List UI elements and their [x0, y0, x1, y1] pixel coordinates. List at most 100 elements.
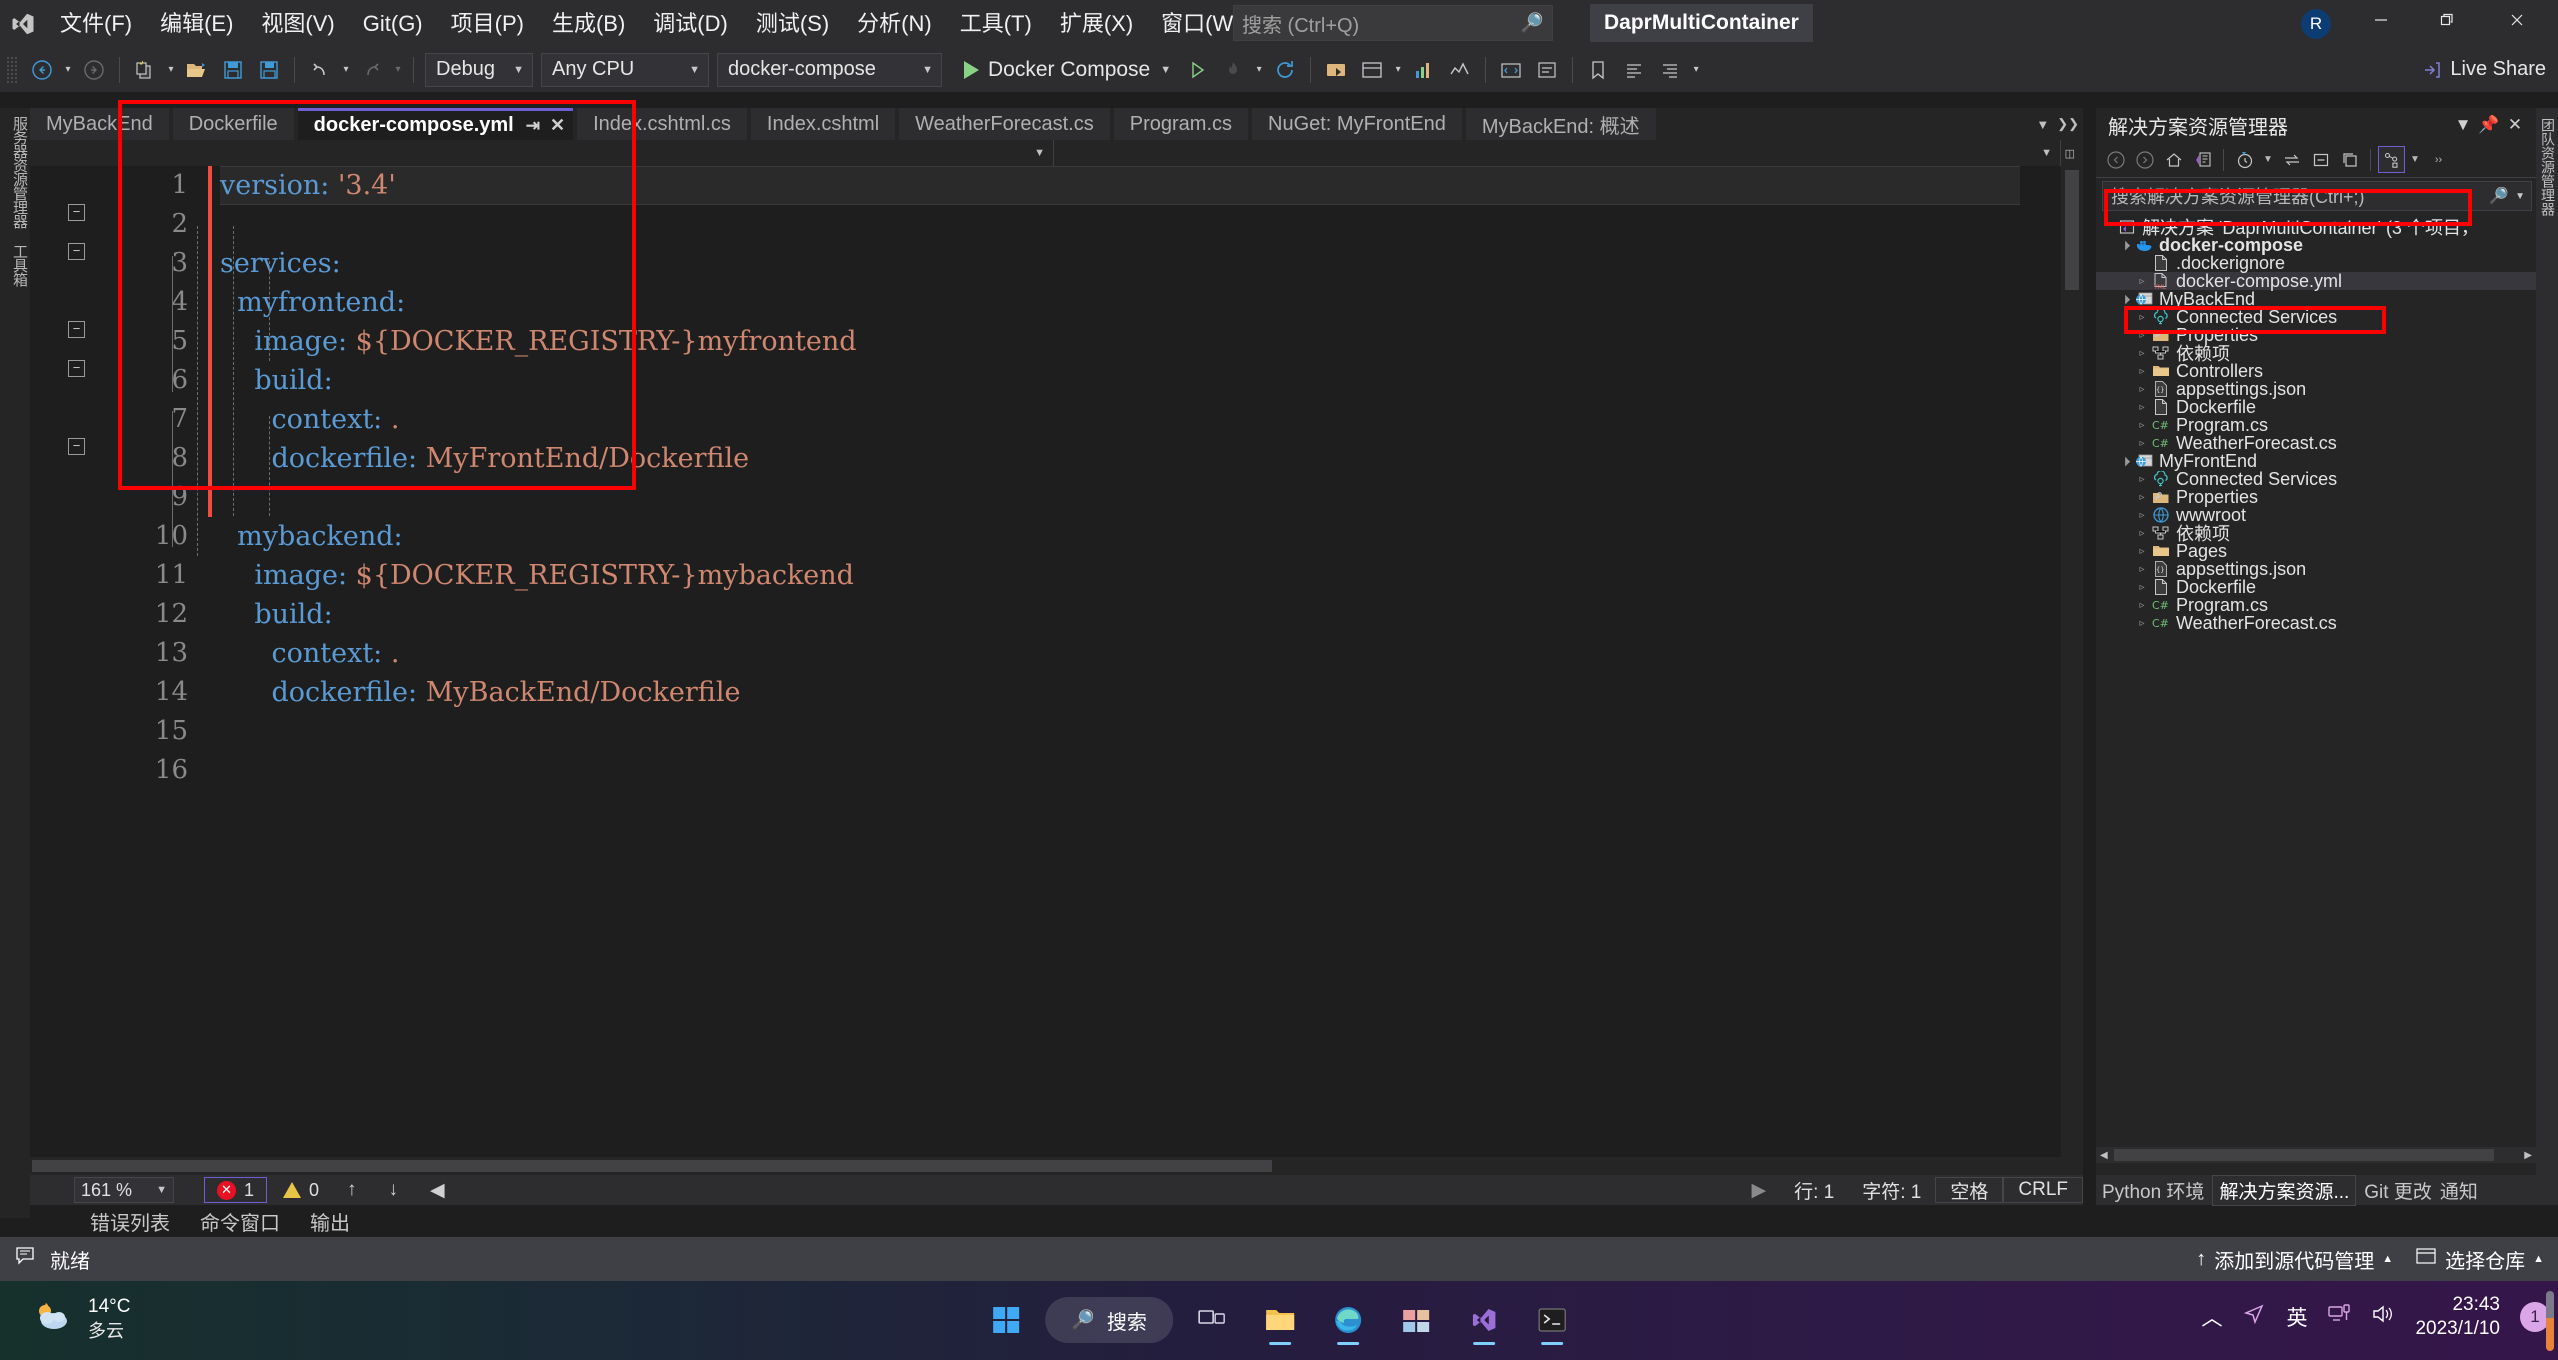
- align-left-icon[interactable]: [1617, 53, 1651, 87]
- bookmark-icon[interactable]: [1581, 53, 1615, 87]
- global-search-input[interactable]: 搜索 (Ctrl+Q) 🔍: [1233, 5, 1553, 41]
- code-line[interactable]: myfrontend:: [220, 283, 2020, 322]
- tree-item-pages[interactable]: ▹ Pages: [2096, 541, 2536, 561]
- back-icon[interactable]: [2102, 146, 2129, 173]
- scrollbar-thumb[interactable]: [2114, 1149, 2494, 1161]
- ime-language-indicator[interactable]: 英: [2286, 1302, 2307, 1332]
- tree-item-weatherforecast.cs[interactable]: ▹ C# WeatherForecast.cs: [2096, 433, 2536, 453]
- chevron-expanded-icon[interactable]: ◢: [2115, 451, 2134, 470]
- close-button[interactable]: [2489, 0, 2545, 40]
- taskbar-clock[interactable]: 23:43 2023/1/10: [2415, 1293, 2500, 1341]
- taskbar-search-button[interactable]: 🔍 搜索: [1045, 1297, 1173, 1343]
- new-project-chevron-down-icon[interactable]: ▾: [163, 53, 179, 87]
- vtab-toolbox[interactable]: 工具箱: [0, 236, 30, 294]
- collapse-panel-button[interactable]: ◀: [414, 1179, 461, 1202]
- code-line[interactable]: [220, 205, 2020, 244]
- fold-marker-mybackend[interactable]: −: [68, 360, 85, 377]
- code-line[interactable]: build:: [220, 595, 2020, 634]
- file-explorer-icon[interactable]: [1251, 1291, 1309, 1349]
- editor-tab-index-cshtml[interactable]: Index.cshtml: [750, 108, 896, 140]
- toolbar-grip[interactable]: [6, 55, 18, 84]
- fold-marker-build-backend[interactable]: −: [68, 438, 85, 455]
- chevron-collapsed-icon[interactable]: ▹: [2134, 312, 2150, 323]
- warning-count-badge[interactable]: 0: [271, 1180, 331, 1201]
- tree-item-program.cs[interactable]: ▹ C# Program.cs: [2096, 595, 2536, 615]
- redo-icon[interactable]: [355, 53, 389, 87]
- dock-tab-output[interactable]: 输出: [310, 1207, 350, 1236]
- editor-tab-mybackend-overview[interactable]: MyBackEnd: 概述: [1465, 108, 1656, 140]
- navigate-forward-icon[interactable]: [77, 53, 111, 87]
- code-line[interactable]: build:: [220, 361, 2020, 400]
- menu-test[interactable]: 测试(S): [742, 0, 843, 47]
- refresh-icon[interactable]: [1268, 53, 1302, 87]
- zoom-level-combo[interactable]: 161 % ▼: [74, 1177, 174, 1203]
- editor-tab-dockerfile[interactable]: Dockerfile: [172, 108, 294, 140]
- tree-item-program.cs[interactable]: ▹ C# Program.cs: [2096, 415, 2536, 435]
- navigate-backward-chevron-down-icon[interactable]: ▾: [60, 53, 76, 87]
- chevron-collapsed-icon[interactable]: ▹: [2134, 420, 2150, 431]
- scroll-right-icon[interactable]: ▶: [2520, 1150, 2536, 1161]
- microsoft-edge-icon[interactable]: [1319, 1291, 1377, 1349]
- tree-item-docker-compose.yml[interactable]: ▹ YML docker-compose.yml: [2096, 271, 2536, 291]
- chevron-collapsed-icon[interactable]: ▹: [2134, 366, 2150, 377]
- code-line[interactable]: [220, 478, 2020, 517]
- tree-item-controllers[interactable]: ▹ Controllers: [2096, 361, 2536, 381]
- fold-marker-services[interactable]: −: [68, 204, 85, 221]
- next-issue-button[interactable]: ↓: [373, 1179, 415, 1201]
- pin-icon[interactable]: ⇥: [526, 116, 540, 136]
- home-icon[interactable]: [2160, 146, 2187, 173]
- tree-item-weatherforecast.cs[interactable]: ▹ C# WeatherForecast.cs: [2096, 613, 2536, 633]
- layout-icon[interactable]: [1355, 53, 1389, 87]
- code-line[interactable]: image: ${DOCKER_REGISTRY-}myfrontend: [220, 322, 2020, 361]
- close-icon[interactable]: ✕: [550, 115, 565, 136]
- microsoft-store-icon[interactable]: [1387, 1291, 1445, 1349]
- menu-view[interactable]: 视图(V): [247, 0, 348, 47]
- menu-git[interactable]: Git(G): [349, 0, 437, 47]
- hot-reload-icon[interactable]: [1216, 53, 1250, 87]
- code-line[interactable]: [220, 751, 2020, 790]
- show-all-files-icon[interactable]: [2336, 146, 2363, 173]
- editor-split-icon[interactable]: ◫: [2061, 140, 2083, 166]
- location-icon[interactable]: [2242, 1302, 2266, 1332]
- start-without-debugging-icon[interactable]: [1180, 53, 1214, 87]
- scrollbar-thumb[interactable]: [32, 1160, 1272, 1172]
- chevron-expanded-icon[interactable]: ◢: [2115, 289, 2134, 308]
- tab-overflow-icon[interactable]: ❯❯: [2057, 116, 2079, 132]
- close-icon[interactable]: ✕: [2502, 115, 2528, 135]
- code-window-icon[interactable]: [1494, 53, 1528, 87]
- volume-icon[interactable]: [2371, 1303, 2395, 1331]
- hot-reload-chevron-down-icon[interactable]: ▾: [1251, 53, 1267, 87]
- fold-marker-build-frontend[interactable]: −: [68, 321, 85, 338]
- chevron-collapsed-icon[interactable]: ▹: [2134, 510, 2150, 521]
- chevron-collapsed-icon[interactable]: ▹: [2134, 564, 2150, 575]
- avatar[interactable]: R: [2301, 9, 2331, 39]
- startup-project-combo[interactable]: docker-compose ▼: [717, 52, 942, 87]
- tree-item-.dockerignore[interactable]: .dockerignore: [2096, 253, 2536, 273]
- visual-studio-taskbar-icon[interactable]: [1455, 1291, 1513, 1349]
- rtab-team-explorer[interactable]: 团队资源管理器: [2536, 108, 2558, 226]
- tree-item-mybackend[interactable]: ◢ MyBackEnd: [2096, 289, 2536, 309]
- chevron-down-icon[interactable]: ▼: [1160, 64, 1171, 76]
- menu-edit[interactable]: 编辑(E): [146, 0, 247, 47]
- error-count-badge[interactable]: ✕ 1: [204, 1177, 268, 1203]
- menu-analyze[interactable]: 分析(N): [843, 0, 946, 47]
- layout-chevron-down-icon[interactable]: ▾: [1390, 53, 1406, 87]
- editor-nav-member-combo[interactable]: ▼: [1054, 140, 2061, 166]
- solution-explorer-horizontal-scrollbar[interactable]: ◀ ▶: [2096, 1147, 2536, 1163]
- tree-item-wwwroot[interactable]: ▹ wwwroot: [2096, 505, 2536, 525]
- task-view-icon[interactable]: [1183, 1291, 1241, 1349]
- save-icon[interactable]: [216, 53, 250, 87]
- forward-icon[interactable]: [2131, 146, 2158, 173]
- chevron-collapsed-icon[interactable]: ▹: [2134, 618, 2150, 629]
- chevron-collapsed-icon[interactable]: ▹: [2134, 402, 2150, 413]
- undo-icon[interactable]: [303, 53, 337, 87]
- expand-status-icon[interactable]: ▶: [1737, 1179, 1780, 1202]
- pending-changes-chevron-down-icon[interactable]: ▼: [2260, 146, 2276, 173]
- platform-combo[interactable]: Any CPU ▼: [541, 52, 709, 87]
- weather-widget[interactable]: 14°C 多云: [30, 1295, 130, 1343]
- task-list-icon[interactable]: [1530, 53, 1564, 87]
- previous-issue-button[interactable]: ↑: [331, 1179, 373, 1201]
- code-line[interactable]: services:: [220, 244, 2020, 283]
- select-repository-button[interactable]: 选择仓库 ▲: [2415, 1245, 2544, 1274]
- code-text-area[interactable]: version: '3.4' services: myfrontend: imag…: [220, 166, 2020, 1175]
